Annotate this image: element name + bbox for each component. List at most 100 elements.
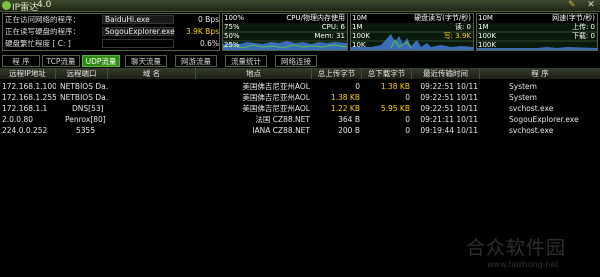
net-graph-title: 网速(字节/秒) [552,14,595,22]
status-row-network: 正在访问网络的程序： BaiduHi.exe 0 Bps [5,14,219,25]
net-scale-label: 100K [478,32,496,40]
column-header-domain[interactable]: 域 名 [108,68,196,79]
cpu-scale-label: 25% [224,41,240,49]
column-header-total-download[interactable]: 总下载字节 [362,68,412,79]
cell-location: 美国佛吉尼亚州AOL [242,82,310,91]
cpu-scale-label: 50% [224,32,240,40]
cpu-scale-label: 75% [224,23,240,31]
status-program: BaiduHi.exe [105,15,150,24]
disk-scale-top: 10M [352,14,367,22]
tab-connections[interactable]: 网络连接 [275,55,317,67]
disk-scale-label: 1M [352,23,363,31]
tab-programs[interactable]: 程 序 [2,55,40,67]
tab-udp-traffic[interactable]: UDP流量 [82,55,120,67]
status-program: SogouExplorer.exe [105,27,175,36]
disk-graph-title: 硬盘读写(字节/秒) [414,14,471,22]
disk-write-value: 写: 3.9K [443,32,471,40]
disk-scale-label: 100K [352,32,370,40]
cell-total-upload: 1.38 KB [330,93,360,102]
cell-location: IANA CZ88.NET [252,126,310,135]
cpu-memory-graph: 100% CPU/物理内存使用 75% CPU: 6 50% Mem: 31 2… [222,13,348,51]
cell-remote-port: 5355 [76,126,96,135]
cell-remote-ip: 172.168.1.100 [2,82,56,91]
cell-remote-port: Penrox[80] [65,115,106,124]
tab-tcp-traffic[interactable]: TCP流量 [42,55,80,67]
net-scale-label: 100K [478,41,496,49]
table-row[interactable]: 172.168.1.1 DNS[53] 美国佛吉尼亚州AOL 1.22 KB 5… [0,104,600,114]
tab-chat-traffic[interactable]: 聊天流量 [125,55,167,67]
column-header-remote-ip[interactable]: 远程IP地址 [0,68,56,79]
column-header-total-upload[interactable]: 总上传字节 [312,68,362,79]
cell-remote-ip: 2.0.0.80 [2,115,34,124]
cell-domain [108,115,196,125]
status-row-disk: 正在读写硬盘的程序： SogouExplorer.exe 3.9K Bps [5,26,219,37]
cell-total-download: 0 [405,115,410,124]
disk-io-graph: 10M 硬盘读写(字节/秒) 1M 读: 0 100K 写: 3.9K 10K [350,13,474,51]
cell-domain [108,93,196,103]
download-value: 下载: 0 [571,32,595,40]
cell-domain [108,82,196,92]
cell-remote-ip: 172.168.1.1 [2,104,48,113]
disk-band: 100K 写: 3.9K [351,32,473,41]
cell-remote-ip: 224.0.0.252 [2,126,48,135]
disk-scale-label: 10K [352,41,366,49]
cell-program: System [509,82,537,91]
net-band: 1M 上传: 0 [477,23,597,32]
cell-total-upload: 1.22 KB [330,104,360,113]
cell-last-transfer: 09:22:51 10/11 [420,93,478,102]
cell-last-transfer: 09:21:11 10/11 [420,115,478,124]
cell-remote-ip: 172.168.1.255 [2,93,56,102]
cell-last-transfer: 09:19:44 10/11 [420,126,478,135]
table-row[interactable]: 172.168.1.255 NETBIOS Da... 美国佛吉尼亚州AOL 1… [0,93,600,103]
net-scale-label: 1M [478,23,489,31]
cell-program: svchost.exe [509,104,554,113]
watermark-text: 合众软件园 [466,237,567,259]
column-header-last-transfer[interactable]: 最近传输时间 [412,68,480,79]
column-header-location[interactable]: 地点 [196,68,312,79]
cpu-graph-title: CPU/物理内存使用 [286,14,345,22]
cell-total-upload: 364 B [338,115,360,124]
cpu-band: 50% Mem: 31 [223,32,347,41]
status-label: 硬盘繁忙程度 [ C: ] [5,39,71,48]
cell-last-transfer: 09:22:51 10/11 [420,82,478,91]
mem-value: Mem: 31 [314,32,345,40]
disk-graph-header: 10M 硬盘读写(字节/秒) [351,14,473,23]
app-title: IP雷达 [12,3,39,13]
cell-remote-port: NETBIOS Da... [60,82,108,91]
status-rate: 3.9K Bps [185,27,219,36]
watermark-url: www.hezhong.net [487,260,559,269]
ip-radar-window: IP雷达 4.0 ✎ ✕ 正在访问网络的程序： BaiduHi.exe 0 Bp… [0,0,600,277]
cell-location: 美国佛吉尼亚州AOL [242,93,310,102]
tab-traffic-stats[interactable]: 流量统计 [225,55,267,67]
column-header-program[interactable]: 程 序 [480,68,600,79]
table-row[interactable]: 224.0.0.252 5355 IANA CZ88.NET 200 B 0 0… [0,126,600,136]
table-row[interactable]: 2.0.0.80 Penrox[80] 法国 CZ88.NET 364 B 0 … [0,115,600,125]
net-band: 100K [477,41,597,50]
cell-total-download: 5.95 KB [380,104,410,113]
table-row[interactable]: 172.168.1.100 NETBIOS Da... 美国佛吉尼亚州AOL 0… [0,82,600,92]
cell-domain [108,104,196,114]
upload-value: 上传: 0 [571,23,595,31]
cell-program: SogouExplorer.exe [509,115,579,124]
cpu-scale-top: 100% [224,14,245,22]
status-row-busy: 硬盘繁忙程度 [ C: ] 0.6% [5,38,219,49]
cell-total-download: 0 [405,126,410,135]
close-icon[interactable]: ✕ [584,0,598,11]
view-tabs: 程 序 TCP流量 UDP流量 聊天流量 网游流量 流量统计 网络连接 [0,55,600,68]
settings-tool-icon[interactable]: ✎ [568,1,578,10]
cell-remote-port: DNS[53] [72,104,104,113]
status-label: 正在访问网络的程序： [5,15,80,24]
column-header-remote-port[interactable]: 远程端口 [56,68,108,79]
disk-band: 10K [351,41,473,50]
status-panel: 正在访问网络的程序： BaiduHi.exe 0 Bps 正在读写硬盘的程序： … [2,13,220,51]
cell-last-transfer: 09:22:51 10/11 [420,104,478,113]
cpu-graph-header: 100% CPU/物理内存使用 [223,14,347,23]
cell-location: 法国 CZ88.NET [255,115,310,124]
busy-bar [102,39,174,48]
network-speed-graph: 10M 网速(字节/秒) 1M 上传: 0 100K 下载: 0 100K [476,13,598,51]
disk-band: 1M 读: 0 [351,23,473,32]
app-version: 4.0 [37,0,52,10]
tab-game-traffic[interactable]: 网游流量 [175,55,217,67]
title-bar: IP雷达 4.0 ✎ ✕ [0,0,600,13]
cell-total-download: 1.38 KB [380,82,410,91]
